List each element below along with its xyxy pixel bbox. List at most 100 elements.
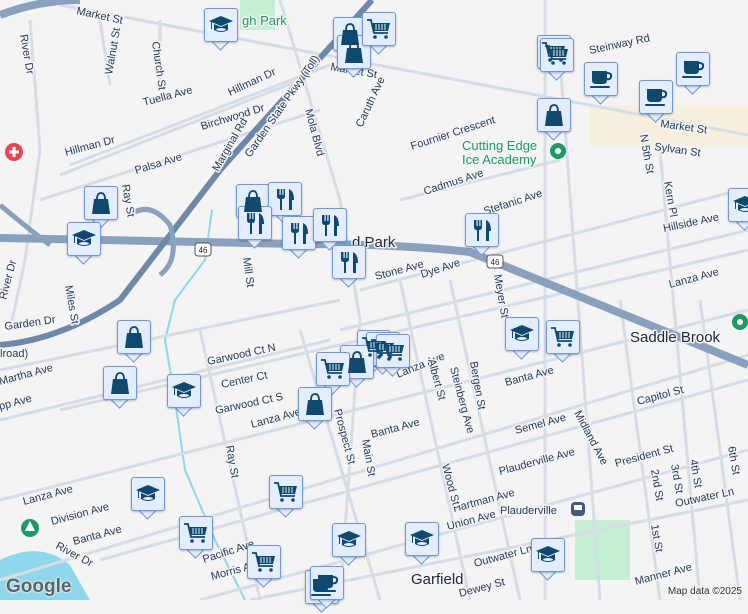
street-label: Lanza Ave — [250, 406, 303, 431]
cart-marker[interactable] — [376, 334, 412, 378]
bag-marker[interactable] — [103, 366, 139, 410]
coffee-icon — [680, 56, 706, 82]
place-label-saddle-brook: Saddle Brook — [630, 329, 721, 346]
marker-box — [537, 98, 571, 132]
street-label: Ray St — [119, 183, 137, 218]
cart-marker[interactable] — [247, 545, 283, 589]
marker-box — [676, 52, 710, 86]
bag-marker[interactable] — [537, 98, 573, 142]
marker-box — [179, 516, 213, 550]
map-canvas[interactable]: 46 46 Market St Market St Market St Waln… — [0, 0, 748, 600]
street-label: President St — [614, 443, 675, 470]
cart-icon — [550, 324, 576, 350]
cart-marker[interactable] — [269, 475, 305, 519]
cart-icon — [544, 42, 570, 68]
marker-box — [310, 566, 344, 600]
school-marker[interactable] — [167, 374, 203, 418]
street-label: Wood St — [439, 463, 461, 507]
hospital-icon[interactable] — [5, 143, 23, 161]
cart-icon — [251, 549, 277, 575]
restaurant-marker[interactable] — [332, 245, 368, 289]
train-station-icon[interactable] — [571, 502, 585, 516]
street-label: Mill St — [240, 257, 256, 288]
place-label-garfield: Garfield — [411, 571, 464, 588]
school-marker[interactable] — [131, 477, 167, 521]
school-icon — [409, 526, 435, 552]
restaurant-marker[interactable] — [238, 206, 274, 250]
street-label: Plauderville Ave — [498, 446, 577, 478]
bag-icon — [344, 349, 370, 375]
coffee-icon — [643, 84, 669, 110]
coffee-marker[interactable] — [310, 566, 346, 610]
street-label: Albert St — [425, 358, 448, 402]
cart-marker[interactable] — [546, 320, 582, 364]
marker-box — [247, 545, 281, 579]
bag-marker[interactable] — [298, 387, 334, 431]
school-marker[interactable] — [332, 523, 368, 567]
street-label: Division Ave — [50, 501, 111, 528]
marker-box — [131, 477, 165, 511]
marker-box — [362, 12, 396, 46]
marker-box — [167, 374, 201, 408]
cart-marker[interactable] — [179, 516, 215, 560]
marker-box — [540, 38, 574, 72]
park-tree-icon[interactable] — [21, 519, 39, 537]
street-label: Ray St — [223, 444, 241, 479]
map-data-attribution[interactable]: Map data ©2025 — [667, 586, 742, 597]
school-marker[interactable] — [67, 222, 103, 266]
poi-label-ice-academy[interactable]: Cutting Edge — [461, 137, 539, 155]
cart-marker[interactable] — [540, 38, 576, 82]
street-label: lroad) — [0, 348, 28, 360]
street-label: Banta Ave — [504, 364, 555, 389]
coffee-icon — [314, 570, 340, 596]
coffee-marker[interactable] — [584, 62, 620, 106]
place-label-plauderville: Plauderville — [500, 505, 557, 517]
coffee-marker[interactable] — [639, 80, 675, 124]
marker-box — [332, 245, 366, 279]
school-marker[interactable] — [728, 188, 748, 232]
restaurant-marker[interactable] — [465, 213, 501, 257]
svg-text:46: 46 — [491, 258, 500, 267]
school-marker[interactable] — [405, 522, 441, 566]
street-label: River Dr — [17, 33, 36, 75]
street-label: Steinway Rd — [588, 32, 651, 57]
street-label: Mola Blvd — [302, 108, 326, 158]
street-label: Miles St — [62, 284, 81, 325]
school-icon — [71, 226, 97, 252]
bag-icon — [541, 102, 567, 128]
street-label: 1st St — [648, 523, 665, 553]
park-label: gh Park — [242, 13, 287, 28]
marker-box — [376, 334, 410, 368]
street-label: Manner Ave — [634, 561, 694, 588]
street-label: Meyer St — [491, 273, 510, 318]
poi-pin-icon[interactable] — [732, 314, 748, 330]
school-marker[interactable] — [204, 8, 240, 52]
cart-icon — [320, 356, 346, 382]
poi-pin-icon[interactable] — [550, 143, 566, 159]
street-label: Outwater Ln — [473, 543, 534, 570]
bag-icon — [107, 370, 133, 396]
street-label: pp Ave — [0, 393, 33, 413]
marker-box — [84, 186, 118, 220]
school-marker[interactable] — [505, 317, 541, 361]
street-label: 6th St — [725, 445, 742, 475]
street-label: Walnut St — [103, 27, 123, 76]
bag-icon — [88, 190, 114, 216]
poi-label-ice-academy[interactable]: Ice Academy — [461, 151, 539, 169]
marker-box — [546, 320, 580, 354]
school-icon — [336, 527, 362, 553]
school-icon — [535, 542, 561, 568]
school-icon — [171, 378, 197, 404]
marker-box — [405, 522, 439, 556]
bag-icon — [341, 39, 367, 65]
cart-icon — [380, 338, 406, 364]
bag-marker[interactable] — [117, 320, 153, 364]
marker-box — [238, 206, 272, 240]
coffee-marker[interactable] — [676, 52, 712, 96]
street-label: Garwood Ct N — [206, 342, 277, 368]
marker-box — [282, 216, 316, 250]
street-label: Bergen St — [467, 360, 487, 410]
school-marker[interactable] — [531, 538, 567, 582]
bag-icon — [302, 391, 328, 417]
cart-marker[interactable] — [362, 12, 398, 56]
